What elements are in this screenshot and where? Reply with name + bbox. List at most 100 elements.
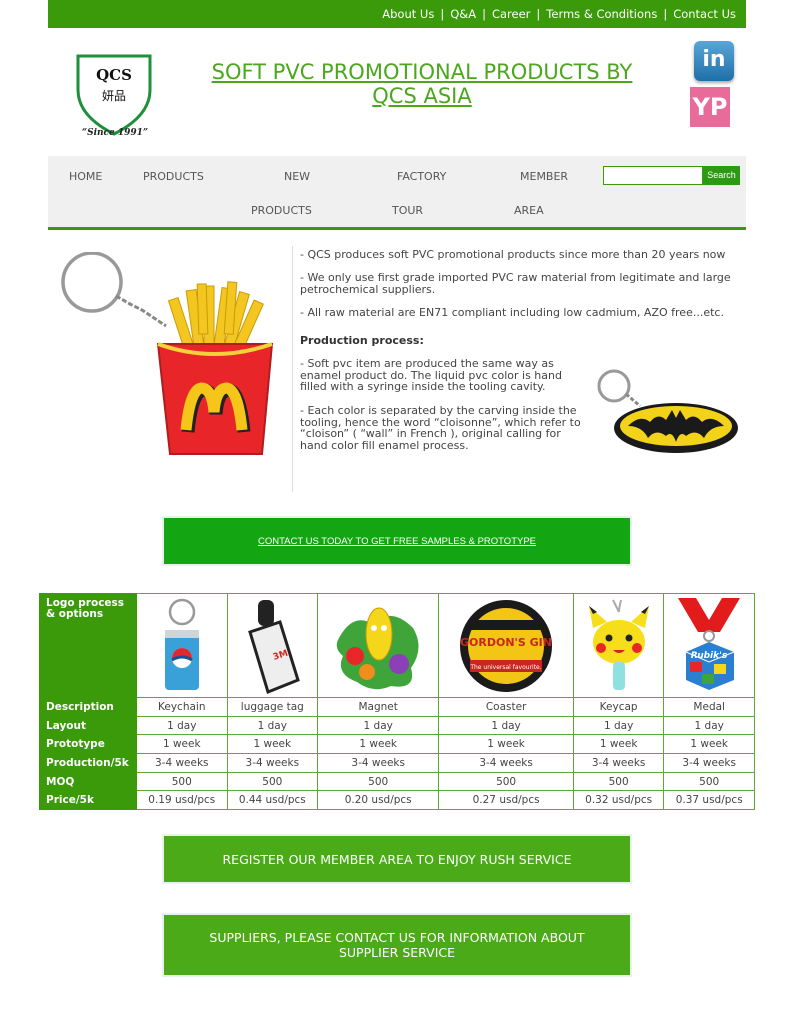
coaster-subtext: The universal favourite. <box>469 664 541 671</box>
separator: | <box>440 7 445 21</box>
table-cell: 0.20 usd/pcs <box>317 790 440 811</box>
production-process-heading: Production process: <box>300 334 424 347</box>
search-button[interactable]: Search <box>703 166 740 185</box>
row-label: Description <box>39 697 137 717</box>
logo-text: QCS <box>96 66 132 84</box>
topnav-about-us[interactable]: About Us <box>382 7 434 21</box>
table-row: Production/5k 3-4 weeks 3-4 weeks 3-4 we… <box>39 753 755 773</box>
topnav-career[interactable]: Career <box>492 7 530 21</box>
table-cell: 1 week <box>136 734 228 755</box>
topnav-qa[interactable]: Q&A <box>450 7 476 21</box>
nav-member-area-line2[interactable]: AREA <box>514 204 544 217</box>
table-cell: 3-4 weeks <box>438 753 574 773</box>
nav-home[interactable]: HOME <box>69 170 102 183</box>
options-table: Logo process & options 3M GORDON'S GIN T… <box>39 593 755 811</box>
table-cell: 0.44 usd/pcs <box>226 790 319 811</box>
table-cell: Keychain <box>136 697 228 717</box>
table-cell: 1 day <box>572 715 665 736</box>
row-label: Layout <box>39 715 137 736</box>
search-input[interactable] <box>603 166 703 185</box>
table-cell: 0.27 usd/pcs <box>438 790 574 811</box>
table-cell: 1 day <box>136 715 228 736</box>
table-cell: 3-4 weeks <box>226 753 319 773</box>
process-paragraph-2: - Each color is separated by the carving… <box>300 404 581 452</box>
nav-factory-tour-line2[interactable]: TOUR <box>392 204 423 217</box>
coaster-text: GORDON'S GIN <box>460 636 552 649</box>
logo-chinese: 妍品 <box>102 89 126 103</box>
topnav-terms[interactable]: Terms & Conditions <box>546 7 657 21</box>
supplier-service-cta[interactable]: SUPPLIERS, PLEASE CONTACT US FOR INFORMA… <box>164 915 630 975</box>
table-cell: 0.37 usd/pcs <box>663 790 755 811</box>
table-cell: 1 week <box>663 734 755 755</box>
coaster-cell: GORDON'S GIN The universal favourite. <box>438 593 574 698</box>
process-paragraph-1: - Soft pvc item are produced the same wa… <box>300 357 562 393</box>
page-title[interactable]: SOFT PVC PROMOTIONAL PRODUCTS BY QCS ASI… <box>190 60 654 108</box>
luggage-tag-cell: 3M <box>226 593 319 698</box>
row-label: Price/5k <box>39 790 137 811</box>
table-cell: 500 <box>226 771 319 792</box>
top-bar: About Us | Q&A | Career | Terms & Conditions | C… <box>48 0 746 28</box>
table-row: Prototype 1 week 1 week 1 week 1 week 1 … <box>39 734 755 755</box>
separator: | <box>482 7 486 21</box>
table-row: Price/5k 0.19 usd/pcs 0.44 usd/pcs 0.20 … <box>39 790 755 811</box>
table-cell: 0.19 usd/pcs <box>136 790 228 811</box>
table-cell: 500 <box>572 771 665 792</box>
table-cell: 0.32 usd/pcs <box>572 790 665 811</box>
separator: | <box>663 7 668 21</box>
table-cell: 3-4 weeks <box>663 753 755 773</box>
topnav-contact-us[interactable]: Contact Us <box>673 7 736 21</box>
table-row: MOQ 500 500 500 500 500 500 <box>39 771 755 792</box>
nav-new-products-line1[interactable]: NEW <box>284 170 310 183</box>
intro-paragraph-2: - We only use first grade imported PVC r… <box>300 271 731 296</box>
table-cell: Keycap <box>572 697 665 717</box>
table-cell: 1 day <box>663 715 755 736</box>
table-cell: Magnet <box>317 697 440 717</box>
table-cell: 1 day <box>438 715 574 736</box>
content-divider <box>292 246 293 492</box>
table-row: Description Keychain luggage tag Magnet … <box>39 697 755 717</box>
batman-keychain-image <box>597 369 738 453</box>
keychain-cell <box>136 593 228 698</box>
row-label: Prototype <box>39 734 137 755</box>
table-cell: 3-4 weeks <box>317 753 440 773</box>
table-cell: 500 <box>317 771 440 792</box>
table-row: Layout 1 day 1 day 1 day 1 day 1 day 1 d… <box>39 715 755 736</box>
table-cell: 500 <box>438 771 574 792</box>
nav-member-area-line1[interactable]: MEMBER <box>520 170 568 183</box>
intro-paragraph-3: - All raw material are EN71 compliant in… <box>300 306 724 319</box>
member-area-cta[interactable]: REGISTER OUR MEMBER AREA TO ENJOY RUSH S… <box>164 836 630 882</box>
magnet-thumbnail <box>336 607 419 689</box>
table-cell: 3-4 weeks <box>136 753 228 773</box>
logo-since: “Since 1991” <box>81 128 149 138</box>
table-cell: 1 week <box>438 734 574 755</box>
nav-factory-tour-line1[interactable]: FACTORY <box>397 170 446 183</box>
main-nav: HOME PRODUCTS NEW PRODUCTS FACTORY TOUR … <box>48 156 746 230</box>
table-cell: 500 <box>136 771 228 792</box>
table-cell: luggage tag <box>226 697 319 717</box>
coaster-thumbnail: GORDON'S GIN The universal favourite. <box>460 599 553 692</box>
yp-icon[interactable]: YP <box>690 87 730 127</box>
magnet-cell <box>317 593 440 698</box>
keycap-cell <box>572 593 665 698</box>
keycap-thumbnail <box>588 599 649 690</box>
table-cell: 1 week <box>572 734 665 755</box>
table-cell: Medal <box>663 697 755 717</box>
table-cell: 1 day <box>317 715 440 736</box>
table-cell: 1 day <box>226 715 319 736</box>
nav-new-products-line2[interactable]: PRODUCTS <box>251 204 312 217</box>
table-row: Logo process & options 3M GORDON'S GIN T… <box>39 593 755 698</box>
top-nav: About Us | Q&A | Career | Terms & Conditions | C… <box>382 7 736 21</box>
nav-products[interactable]: PRODUCTS <box>143 170 204 183</box>
row-label: Production/5k <box>39 753 137 773</box>
free-samples-cta[interactable]: CONTACT US TODAY TO GET FREE SAMPLES & P… <box>164 518 630 564</box>
medal-text: Rubik's <box>691 651 728 661</box>
table-header-logo-process: Logo process & options <box>39 593 137 698</box>
luggage-tag-thumbnail: 3M <box>248 599 301 694</box>
medal-thumbnail: Rubik's <box>678 597 741 690</box>
linkedin-icon[interactable]: in <box>694 41 734 81</box>
table-cell: 1 week <box>226 734 319 755</box>
row-label: MOQ <box>39 771 137 792</box>
separator: | <box>536 7 541 21</box>
table-cell: 500 <box>663 771 755 792</box>
table-cell: 1 week <box>317 734 440 755</box>
